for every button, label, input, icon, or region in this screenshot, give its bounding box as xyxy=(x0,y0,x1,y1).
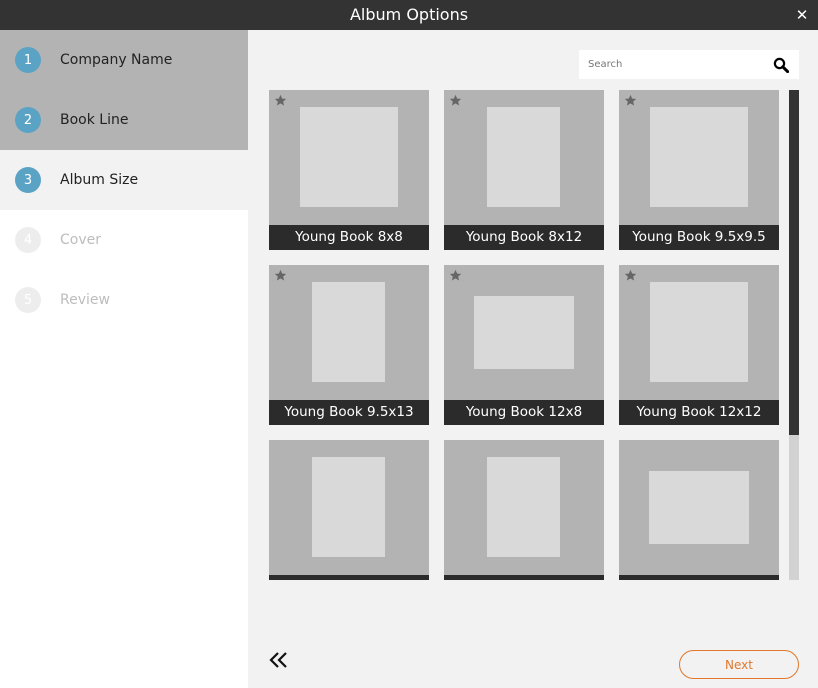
album-title: Young Book 8x12 xyxy=(444,225,604,250)
album-preview xyxy=(300,107,398,207)
album-preview xyxy=(474,296,574,369)
step-review: 5 Review xyxy=(0,270,248,330)
album-preview xyxy=(649,471,749,544)
album-tile[interactable] xyxy=(444,440,604,580)
album-title: Young Book 8x8 xyxy=(269,225,429,250)
window-title: Album Options xyxy=(349,5,469,24)
step-label: Album Size xyxy=(60,172,139,188)
star-icon[interactable] xyxy=(624,94,637,107)
star-icon[interactable] xyxy=(274,269,287,282)
step-label: Review xyxy=(60,292,110,308)
search-icon[interactable] xyxy=(773,57,789,73)
step-number: 5 xyxy=(15,287,41,313)
album-preview xyxy=(487,457,560,557)
album-title xyxy=(269,575,429,580)
album-preview xyxy=(650,107,748,207)
album-tile[interactable]: Young Book 9.5x13 xyxy=(269,265,429,425)
step-cover: 4 Cover xyxy=(0,210,248,270)
step-company-name[interactable]: 1 Company Name xyxy=(0,30,248,90)
step-label: Company Name xyxy=(60,52,173,68)
album-title: Young Book 9.5x13 xyxy=(269,400,429,425)
step-album-size[interactable]: 3 Album Size xyxy=(0,150,248,210)
album-title: Young Book 9.5x9.5 xyxy=(619,225,779,250)
step-label: Cover xyxy=(60,232,101,248)
star-icon[interactable] xyxy=(274,94,287,107)
double-chevron-left-icon[interactable] xyxy=(268,650,290,670)
album-title xyxy=(444,575,604,580)
star-icon[interactable] xyxy=(624,269,637,282)
album-preview xyxy=(312,282,385,382)
step-number: 3 xyxy=(15,167,41,193)
star-icon[interactable] xyxy=(449,269,462,282)
wizard-sidebar: 1 Company Name 2 Book Line 3 Album Size … xyxy=(0,30,248,688)
step-number: 1 xyxy=(15,47,41,73)
album-title: Young Book 12x8 xyxy=(444,400,604,425)
step-number: 4 xyxy=(15,227,41,253)
album-preview xyxy=(312,457,385,557)
album-title: Young Book 12x12 xyxy=(619,400,779,425)
album-tile[interactable]: Young Book 12x8 xyxy=(444,265,604,425)
search-box xyxy=(579,50,799,79)
close-icon[interactable]: ✕ xyxy=(792,5,812,25)
album-tile[interactable]: Young Book 8x12 xyxy=(444,90,604,250)
step-number: 2 xyxy=(15,107,41,133)
album-tile[interactable]: Young Book 12x12 xyxy=(619,265,779,425)
album-preview xyxy=(487,107,560,207)
step-book-line[interactable]: 2 Book Line xyxy=(0,90,248,150)
album-tile[interactable]: Young Book 8x8 xyxy=(269,90,429,250)
search-input[interactable] xyxy=(579,50,764,79)
album-tile[interactable] xyxy=(619,440,779,580)
title-bar: Album Options ✕ xyxy=(0,0,818,30)
star-icon[interactable] xyxy=(449,94,462,107)
scrollbar-thumb[interactable] xyxy=(789,90,799,435)
album-tile[interactable] xyxy=(269,440,429,580)
album-title xyxy=(619,575,779,580)
album-preview xyxy=(650,282,748,382)
next-button[interactable]: Next xyxy=(679,650,799,679)
step-label: Book Line xyxy=(60,112,129,128)
album-tile[interactable]: Young Book 9.5x9.5 xyxy=(619,90,779,250)
